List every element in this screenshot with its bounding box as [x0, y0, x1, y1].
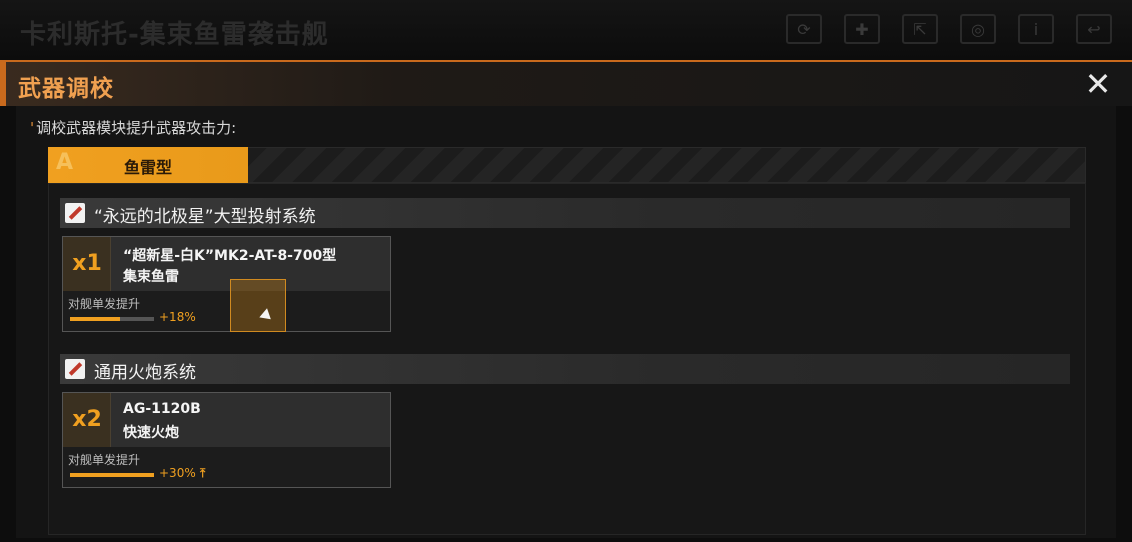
quantity-label: x1	[72, 251, 102, 276]
weapon-name: “超新星-白K”MK2-AT-8-700型	[123, 248, 337, 264]
section-title: 通用火炮系统	[94, 363, 196, 383]
card-header: x2 AG-1120B 快速火炮	[63, 393, 390, 447]
weapon-card-gun[interactable]: x2 AG-1120B 快速火炮 对舰单发提升 +30% ⤒	[62, 392, 391, 488]
top-icon-group: ⟳ ✚ ⇱ ◎ i ↩	[786, 14, 1112, 44]
tab-torpedo[interactable]: A 鱼雷型	[48, 147, 248, 183]
weapon-type: 快速火炮	[123, 425, 179, 441]
top-bar: 卡利斯托-集束鱼雷袭击舰 ⟳ ✚ ⇱ ◎ i ↩	[0, 0, 1132, 60]
stat-progress-fill	[70, 317, 121, 321]
card-header: x1 “超新星-白K”MK2-AT-8-700型 集束鱼雷	[63, 237, 390, 291]
info-icon[interactable]: i	[1018, 14, 1054, 44]
stat-label: 对舰单发提升	[68, 453, 141, 467]
dialog-header: 武器调校 ✕	[0, 62, 1132, 106]
quantity-box: x1	[63, 237, 111, 291]
rank-icon[interactable]: ✚	[844, 14, 880, 44]
back-icon[interactable]: ↩	[1076, 14, 1112, 44]
refresh-icon[interactable]: ⟳	[786, 14, 822, 44]
hover-highlight	[230, 279, 286, 332]
stat-progress-track	[70, 473, 154, 477]
weapon-name: AG-1120B	[123, 401, 201, 417]
stat-value: +18%	[159, 310, 196, 324]
tab-label: 鱼雷型	[123, 158, 172, 177]
share-icon[interactable]: ⇱	[902, 14, 938, 44]
weapon-card-torpedo[interactable]: x1 “超新星-白K”MK2-AT-8-700型 集束鱼雷 对舰单发提升 +18…	[62, 236, 391, 332]
section-title: “永远的北极星”大型投射系统	[94, 207, 316, 227]
section-header-gun-system: 通用火炮系统	[60, 354, 1070, 384]
weapon-module-icon	[65, 359, 85, 379]
dialog-title: 武器调校	[18, 76, 114, 102]
weapon-type: 集束鱼雷	[123, 269, 179, 285]
stat-value: +30%	[159, 466, 196, 480]
stat-progress-track	[70, 317, 154, 321]
view-icon[interactable]: ◎	[960, 14, 996, 44]
upgrade-arrow-icon: ⤒	[200, 466, 206, 480]
weapon-module-icon	[65, 203, 85, 223]
stat-progress-fill	[70, 473, 154, 477]
stat-label: 对舰单发提升	[68, 297, 141, 311]
close-button[interactable]: ✕	[1082, 68, 1114, 100]
quantity-box: x2	[63, 393, 111, 447]
ship-title: 卡利斯托-集束鱼雷袭击舰	[20, 20, 329, 50]
quantity-label: x2	[72, 407, 102, 432]
instruction-text: 调校武器模块提升武器攻击力:	[30, 117, 236, 138]
section-header-torpedo-system: “永远的北极星”大型投射系统	[60, 198, 1070, 228]
